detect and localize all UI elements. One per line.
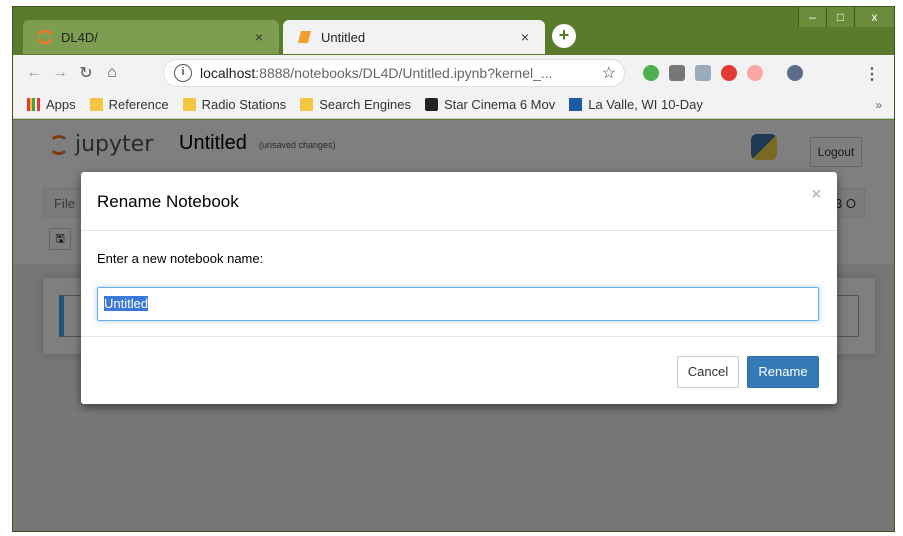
home-icon[interactable]: ⌂ — [99, 64, 125, 82]
bookmark-label: Reference — [108, 97, 169, 112]
folder-icon — [89, 98, 103, 111]
tab-untitled[interactable]: Untitled × — [283, 20, 545, 54]
maximize-button[interactable]: □ — [826, 7, 854, 27]
folder-icon — [300, 98, 314, 111]
browser-toolbar: ← → ↻ ⌂ i localhost :8888/notebooks/DL4D… — [13, 55, 894, 91]
bookmark-label: La Valle, WI 10-Day — [588, 97, 703, 112]
tab-title: DL4D/ — [61, 29, 98, 45]
bookmarks-bar: Apps Reference Radio Stations Search Eng… — [13, 91, 894, 119]
modal-footer: Cancel Rename — [81, 338, 837, 404]
tab-title: Untitled — [321, 29, 366, 45]
jupyter-page: jupyter Untitled (unsaved changes) Logou… — [13, 120, 894, 531]
extension-mail-icon[interactable] — [721, 65, 737, 81]
close-window-button[interactable]: x — [854, 7, 894, 27]
rename-button[interactable]: Rename — [747, 356, 819, 388]
bookmark-radio-stations[interactable]: Radio Stations — [182, 97, 287, 112]
rename-notebook-dialog: Rename Notebook × Enter a new notebook n… — [81, 172, 837, 404]
bookmark-label: Star Cinema 6 Mov — [443, 97, 556, 112]
notebook-name-input[interactable]: Untitled — [97, 287, 819, 321]
extension-qr-icon[interactable] — [669, 65, 685, 81]
close-icon[interactable]: × — [812, 186, 821, 204]
bookmark-la-valle-weather[interactable]: La Valle, WI 10-Day — [569, 97, 703, 112]
info-icon[interactable]: i — [174, 64, 192, 82]
notebook-favicon-icon — [297, 29, 313, 45]
bookmark-label: Search Engines — [319, 97, 411, 112]
tab-close-icon[interactable]: × — [249, 29, 269, 45]
tab-dl4d[interactable]: DL4D/ × — [23, 20, 279, 54]
bookmark-star-cinema[interactable]: Star Cinema 6 Mov — [424, 97, 556, 112]
address-bar[interactable]: i localhost :8888/notebooks/DL4D/Untitle… — [163, 59, 625, 87]
weather-icon — [569, 98, 583, 111]
film-icon — [424, 98, 438, 111]
url-path: :8888/notebooks/DL4D/Untitled.ipynb?kern… — [255, 65, 553, 81]
modal-title: Rename Notebook — [97, 192, 239, 211]
tab-close-icon[interactable]: × — [515, 29, 535, 45]
jupyter-favicon-icon — [37, 29, 53, 45]
extension-camera-icon[interactable] — [695, 65, 711, 81]
back-icon[interactable]: ← — [21, 64, 47, 82]
bookmark-apps[interactable]: Apps — [27, 97, 76, 112]
prompt-label: Enter a new notebook name: — [97, 251, 264, 266]
browser-menu-icon[interactable]: ⋮ — [864, 64, 880, 84]
cancel-button[interactable]: Cancel — [677, 356, 739, 388]
folder-icon — [182, 98, 196, 111]
extension-globe-icon[interactable] — [643, 65, 659, 81]
modal-header: Rename Notebook × — [81, 172, 837, 231]
forward-icon[interactable]: → — [47, 64, 73, 82]
minimize-button[interactable]: – — [798, 7, 826, 27]
bookmark-label: Apps — [46, 97, 76, 112]
new-tab-button[interactable]: + — [552, 24, 576, 48]
url-host: localhost — [200, 65, 256, 81]
extension-block-icon[interactable] — [747, 65, 763, 81]
bookmarks-overflow-icon[interactable]: » — [875, 98, 882, 112]
modal-body: Enter a new notebook name: Untitled — [81, 231, 837, 337]
tab-strip: DL4D/ × Untitled × + – □ x — [13, 7, 894, 55]
selected-text: Untitled — [104, 296, 149, 311]
bookmark-label: Radio Stations — [201, 97, 287, 112]
reload-icon[interactable]: ↻ — [73, 63, 99, 83]
window-controls: – □ x — [798, 7, 894, 27]
bookmark-star-icon[interactable]: ☆ — [602, 63, 616, 83]
browser-window: DL4D/ × Untitled × + – □ x ← → ↻ ⌂ i loc… — [12, 6, 895, 532]
bookmark-search-engines[interactable]: Search Engines — [300, 97, 411, 112]
apps-grid-icon — [27, 98, 40, 111]
bookmark-reference[interactable]: Reference — [89, 97, 169, 112]
profile-avatar[interactable] — [787, 65, 803, 81]
